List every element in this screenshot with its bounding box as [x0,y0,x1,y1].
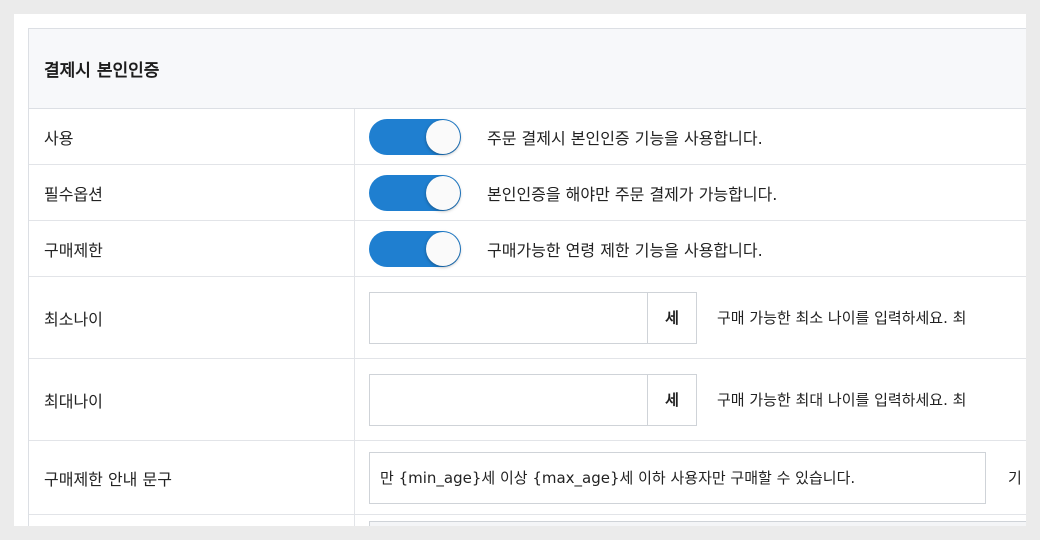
identity-verification-section: 결제시 본인인증 사용 주문 결제시 본인인증 기능을 사용합니다. 필수옵션 … [28,28,1026,526]
use-toggle[interactable] [369,118,461,155]
row-label [29,515,355,526]
required-toggle[interactable] [369,174,461,211]
max-age-input-group: 세 [369,373,697,426]
restrict-toggle[interactable] [369,230,461,267]
row-description: 구매 가능한 최대 나이를 입력하세요. 최 [717,391,967,409]
row-required: 필수옵션 본인인증을 해야만 주문 결제가 가능합니다. [29,165,1026,221]
row-description: 구매 가능한 최소 나이를 입력하세요. 최 [717,309,967,327]
row-description: 주문 결제시 본인인증 기능을 사용합니다. [487,128,763,148]
row-min-age: 최소나이 세 구매 가능한 최소 나이를 입력하세요. 최 [29,277,1026,359]
notice-text-input[interactable] [369,451,986,504]
row-use: 사용 주문 결제시 본인인증 기능을 사용합니다. [29,109,1026,165]
min-age-unit: 세 [647,291,697,344]
row-value: 기 [355,441,1026,514]
row-label: 필수옵션 [29,165,355,220]
row-label: 구매제한 안내 문구 [29,441,355,514]
row-label: 사용 [29,109,355,164]
row-next [29,515,1026,526]
settings-panel: 결제시 본인인증 사용 주문 결제시 본인인증 기능을 사용합니다. 필수옵션 … [14,14,1026,526]
row-description: 기 [1008,469,1022,487]
toggle-knob [426,175,460,210]
next-input-partial[interactable] [369,521,1026,526]
row-value: 본인인증을 해야만 주문 결제가 가능합니다. [355,165,1026,220]
toggle-knob [426,231,460,266]
row-label: 최대나이 [29,359,355,440]
toggle-knob [426,119,460,154]
row-max-age: 최대나이 세 구매 가능한 최대 나이를 입력하세요. 최 [29,359,1026,441]
section-header: 결제시 본인인증 [29,29,1026,109]
min-age-input[interactable] [369,291,647,344]
row-value: 주문 결제시 본인인증 기능을 사용합니다. [355,109,1026,164]
row-value [355,515,1026,526]
row-label: 최소나이 [29,277,355,358]
max-age-input[interactable] [369,373,647,426]
max-age-unit: 세 [647,373,697,426]
row-label: 구매제한 [29,221,355,276]
row-restrict: 구매제한 구매가능한 연령 제한 기능을 사용합니다. [29,221,1026,277]
row-value: 세 구매 가능한 최소 나이를 입력하세요. 최 [355,277,1026,358]
section-title: 결제시 본인인증 [44,61,160,81]
row-description: 본인인증을 해야만 주문 결제가 가능합니다. [487,184,778,204]
row-value: 구매가능한 연령 제한 기능을 사용합니다. [355,221,1026,276]
row-value: 세 구매 가능한 최대 나이를 입력하세요. 최 [355,359,1026,440]
row-notice: 구매제한 안내 문구 기 [29,441,1026,515]
min-age-input-group: 세 [369,291,697,344]
row-description: 구매가능한 연령 제한 기능을 사용합니다. [487,240,763,260]
